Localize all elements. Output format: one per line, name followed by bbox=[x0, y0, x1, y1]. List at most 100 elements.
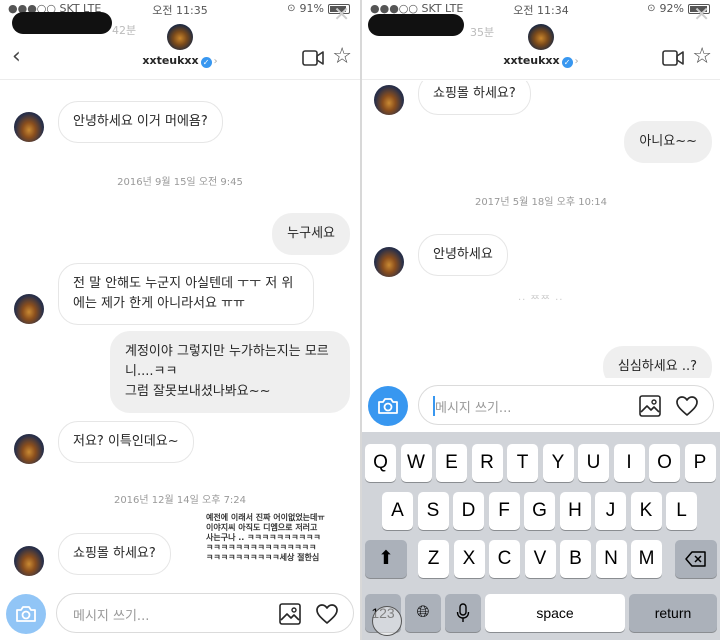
message-text: 쇼핑몰 하세요? bbox=[73, 546, 156, 561]
key-u[interactable]: U bbox=[578, 444, 609, 482]
timestamp: 2016년 9월 15일 오전 9:45 bbox=[117, 177, 243, 188]
close-icon[interactable]: ✕ bbox=[333, 4, 350, 24]
key-i[interactable]: I bbox=[613, 444, 645, 482]
battery-percent: 91% bbox=[299, 2, 324, 15]
back-icon[interactable]: ‹ bbox=[12, 46, 21, 68]
message-input[interactable]: 메시지 쓰기... bbox=[56, 593, 354, 633]
message-outgoing: 계정이야 그렇지만 누가하는지는 모르 니....ㅋㅋ 그럼 잘못보내셨나봐요~… bbox=[110, 331, 350, 413]
key-c[interactable]: C bbox=[489, 540, 520, 578]
ios-keyboard: QWERTYUIOP ASDFGHJKL ZXCVBNM ⬆ 123 🌐︎ sp… bbox=[362, 432, 720, 640]
key-h[interactable]: H bbox=[559, 492, 591, 530]
username-text: xxteukxx bbox=[142, 54, 199, 67]
key-s[interactable]: S bbox=[417, 492, 449, 530]
timestamp: 2017년 5월 18일 오후 10:14 bbox=[474, 197, 608, 208]
message-thread: 안녕하세요 이거 머에욤? 2016년 9월 15일 오전 9:45 누구세요 … bbox=[0, 81, 360, 586]
key-x[interactable]: X bbox=[453, 540, 485, 578]
dm-header: xxteukxx ✓ › ‹ ✕ ☆ bbox=[0, 4, 360, 80]
delete-key[interactable] bbox=[675, 540, 717, 578]
microphone-icon bbox=[456, 603, 470, 622]
key-b[interactable]: B bbox=[560, 540, 591, 578]
sender-avatar[interactable] bbox=[14, 112, 44, 142]
key-j[interactable]: J bbox=[595, 492, 626, 530]
key-m[interactable]: M bbox=[631, 540, 662, 578]
camera-button[interactable] bbox=[6, 594, 46, 634]
star-icon[interactable]: ☆ bbox=[692, 46, 712, 68]
message-text: 안녕하세요 이거 머에욤? bbox=[73, 114, 208, 129]
rotation-lock-icon: ⊙ bbox=[647, 3, 656, 14]
gallery-icon[interactable] bbox=[639, 395, 661, 417]
shift-icon: ⬆ bbox=[378, 548, 394, 569]
star-icon[interactable]: ☆ bbox=[332, 46, 352, 68]
key-t[interactable]: T bbox=[507, 444, 538, 482]
key-a[interactable]: A bbox=[382, 492, 413, 530]
message-incoming: 저요? 이특인데요~ bbox=[58, 421, 194, 463]
verified-badge-icon: ✓ bbox=[200, 57, 212, 68]
key-n[interactable]: N bbox=[595, 540, 627, 578]
message-text: 쇼핑몰 하세요? bbox=[433, 86, 516, 101]
chevron-right-icon: › bbox=[213, 56, 218, 67]
shift-key[interactable]: ⬆ bbox=[365, 540, 407, 578]
message-incoming: 전 말 안해도 누군지 아실텐데 ㅜㅜ 저 위 에는 제가 한게 아니라서요 ㅠ… bbox=[58, 263, 314, 325]
caption-line: 사는구나 .. ㅋㅋㅋㅋㅋㅋㅋㅋㅋㅋ bbox=[206, 533, 321, 542]
key-d[interactable]: D bbox=[453, 492, 484, 530]
dictation-key[interactable] bbox=[445, 594, 481, 632]
timestamp: 2016년 12월 14일 오후 7:24 bbox=[113, 495, 247, 506]
caption-line: ㅋㅋㅋㅋㅋㅋㅋㅋㅋㅋ세상 절한심 bbox=[206, 553, 320, 562]
camera-icon bbox=[378, 398, 398, 414]
sender-avatar[interactable] bbox=[14, 294, 44, 324]
sender-avatar[interactable] bbox=[14, 434, 44, 464]
message-placeholder: 메시지 쓰기... bbox=[435, 401, 512, 416]
key-r[interactable]: R bbox=[471, 444, 503, 482]
message-text: 저요? 이특인데요~ bbox=[73, 434, 179, 449]
left-screenshot-panel: ●●●○○ SKT LTE 오전 11:35 ⊙ 91% 42분 xxteukx… bbox=[0, 0, 360, 640]
space-key[interactable]: space bbox=[485, 594, 625, 632]
message-incoming: 쇼핑몰 하세요? bbox=[58, 533, 171, 575]
verified-badge-icon: ✓ bbox=[561, 57, 573, 68]
key-g[interactable]: G bbox=[524, 492, 555, 530]
key-o[interactable]: O bbox=[649, 444, 680, 482]
return-key[interactable]: return bbox=[629, 594, 717, 632]
globe-icon: 🌐︎ bbox=[416, 604, 430, 621]
chevron-right-icon: › bbox=[574, 56, 579, 67]
message-incoming: 쇼핑몰 하세요? bbox=[418, 81, 531, 115]
caption-line: 이야지씨 아직도 디엠으로 저러고 bbox=[206, 523, 318, 532]
space-key-label: space bbox=[536, 605, 574, 621]
rotation-lock-icon: ⊙ bbox=[287, 3, 296, 14]
emoji-smiley-icon[interactable] bbox=[372, 606, 402, 636]
globe-key[interactable]: 🌐︎ bbox=[405, 594, 441, 632]
key-y[interactable]: Y bbox=[542, 444, 574, 482]
message-line: 니....ㅋㅋ bbox=[125, 364, 178, 379]
camera-icon bbox=[16, 606, 36, 622]
key-l[interactable]: L bbox=[666, 492, 697, 530]
caption-line: ㅋㅋㅋㅋㅋㅋㅋㅋㅋㅋㅋㅋㅋㅋㅋ bbox=[206, 543, 317, 552]
message-text: 심심하세요 ..? bbox=[617, 359, 697, 374]
heart-icon[interactable] bbox=[675, 394, 699, 418]
key-w[interactable]: W bbox=[400, 444, 432, 482]
key-p[interactable]: P bbox=[684, 444, 716, 482]
return-key-label: return bbox=[654, 605, 692, 621]
video-call-icon[interactable] bbox=[302, 50, 324, 66]
right-screenshot-panel: ●●●○○ SKT LTE 오전 11:34 ⊙ 92% 35분 xxteukx… bbox=[362, 0, 720, 640]
key-z[interactable]: Z bbox=[418, 540, 449, 578]
key-k[interactable]: K bbox=[630, 492, 662, 530]
sender-avatar[interactable] bbox=[374, 247, 404, 277]
message-line: 에는 제가 한게 아니라서요 ㅠㅠ bbox=[73, 296, 246, 311]
video-call-icon[interactable] bbox=[662, 50, 684, 66]
key-q[interactable]: Q bbox=[365, 444, 396, 482]
message-incoming: 안녕하세요 이거 머에욤? bbox=[58, 101, 223, 143]
header-avatar[interactable] bbox=[167, 24, 193, 50]
gallery-icon[interactable] bbox=[279, 603, 301, 625]
key-f[interactable]: F bbox=[488, 492, 520, 530]
camera-button[interactable] bbox=[368, 386, 408, 426]
close-icon[interactable]: ✕ bbox=[693, 4, 710, 24]
sender-avatar[interactable] bbox=[374, 85, 404, 115]
heart-icon[interactable] bbox=[315, 602, 339, 626]
key-e[interactable]: E bbox=[436, 444, 467, 482]
header-avatar[interactable] bbox=[528, 24, 554, 50]
sender-avatar[interactable] bbox=[14, 546, 44, 576]
key-v[interactable]: V bbox=[524, 540, 556, 578]
message-thread: 쇼핑몰 하세요? 아니요~~ 2017년 5월 18일 오후 10:14 안녕하… bbox=[362, 81, 720, 381]
message-input[interactable]: 메시지 쓰기... bbox=[418, 385, 714, 425]
backspace-icon bbox=[685, 551, 706, 567]
message-line: 전 말 안해도 누군지 아실텐데 ㅜㅜ 저 위 bbox=[73, 276, 294, 291]
